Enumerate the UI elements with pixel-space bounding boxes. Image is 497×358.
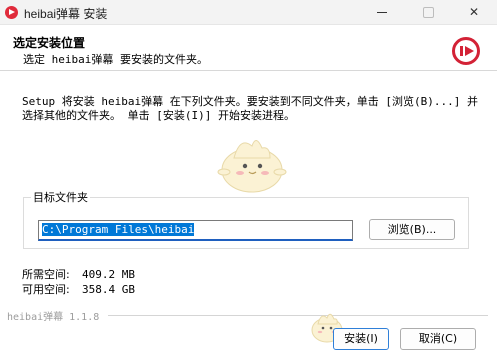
install-path-value: C:\Program Files\heibai xyxy=(42,223,195,236)
minimize-button[interactable] xyxy=(359,0,405,25)
mascot-illustration xyxy=(217,140,287,193)
title-bar: heibai弹幕 安装 ✕ xyxy=(0,0,497,25)
space-available-row: 可用空间: 358.4 GB xyxy=(22,281,135,297)
space-required-value: 409.2 MB xyxy=(82,268,135,281)
space-available-label: 可用空间: xyxy=(22,283,70,296)
destination-folder-group: 目标文件夹 C:\Program Files\heibai 浏览(B)... xyxy=(23,189,469,249)
content-area: Setup 将安装 heibai弹幕 在下列文件夹。要安装到不同文件夹，单击 [… xyxy=(0,72,497,358)
page-subtitle: 选定 heibai弹幕 要安装的文件夹。 xyxy=(23,53,208,66)
destination-folder-label: 目标文件夹 xyxy=(31,189,90,205)
brand-logo-icon xyxy=(452,37,480,65)
brand-version-text: heibai弹幕 1.1.8 xyxy=(7,312,100,323)
page-title: 选定安装位置 xyxy=(13,36,86,50)
instructions-text: Setup 将安装 heibai弹幕 在下列文件夹。要安装到不同文件夹，单击 [… xyxy=(22,95,478,122)
cancel-button[interactable]: 取消(C) xyxy=(400,328,476,350)
footer-divider xyxy=(108,315,488,316)
window-title: heibai弹幕 安装 xyxy=(24,7,108,21)
page-header: 选定安装位置 选定 heibai弹幕 要安装的文件夹。 xyxy=(0,26,497,71)
space-available-value: 358.4 GB xyxy=(82,283,135,296)
space-required-label: 所需空间: xyxy=(22,268,70,281)
close-button[interactable]: ✕ xyxy=(451,0,497,25)
maximize-button xyxy=(405,0,451,25)
browse-button[interactable]: 浏览(B)... xyxy=(369,219,455,240)
install-path-input[interactable]: C:\Program Files\heibai xyxy=(38,220,353,241)
space-required-row: 所需空间: 409.2 MB xyxy=(22,266,135,282)
app-icon xyxy=(5,6,18,19)
install-button[interactable]: 安装(I) xyxy=(333,328,389,350)
